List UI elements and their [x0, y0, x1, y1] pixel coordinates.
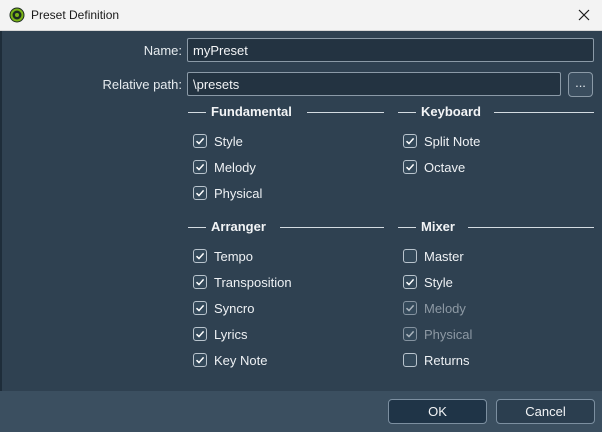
title-bar: Preset Definition [0, 0, 602, 31]
close-icon [578, 9, 590, 21]
checkbox-box[interactable] [403, 353, 417, 367]
name-label: Name: [143, 43, 182, 58]
checkmark-icon [195, 278, 205, 286]
checkmark-icon [405, 330, 415, 338]
divider [188, 227, 206, 228]
divider [398, 227, 416, 228]
window-title: Preset Definition [31, 8, 120, 22]
checkmark-icon [405, 278, 415, 286]
checkbox-label: Style [214, 133, 243, 149]
checkmark-icon [405, 163, 415, 171]
checkmark-icon [195, 330, 205, 338]
divider [280, 227, 384, 228]
checkbox-box [403, 301, 417, 315]
checkmark-icon [195, 137, 205, 145]
checkbox-box[interactable] [403, 134, 417, 148]
checkbox-label: Octave [424, 159, 466, 175]
checkbox-fundamental-style[interactable]: Style [193, 132, 243, 150]
checkbox-mixer-physical: Physical [403, 325, 472, 343]
checkbox-label: Returns [424, 352, 470, 368]
checkbox-label: Physical [424, 326, 473, 342]
relative-path-input[interactable]: \presets [187, 72, 561, 96]
divider [188, 112, 206, 113]
relative-path-label: Relative path: [102, 77, 183, 92]
group-header-mixer: Mixer [398, 219, 594, 235]
checkbox-label: Melody [424, 300, 466, 316]
name-input[interactable]: myPreset [187, 38, 594, 62]
checkbox-mixer-melody: Melody [403, 299, 466, 317]
checkmark-icon [195, 189, 205, 197]
checkbox-label: Split Note [424, 133, 481, 149]
checkbox-arranger-lyrics[interactable]: Lyrics [193, 325, 247, 343]
checkbox-label: Lyrics [214, 326, 248, 342]
checkbox-box[interactable] [403, 249, 417, 263]
checkmark-icon [195, 252, 205, 260]
checkbox-box[interactable] [193, 353, 207, 367]
group-title-arranger: Arranger [211, 219, 266, 234]
checkbox-box[interactable] [403, 160, 417, 174]
checkbox-label: Master [424, 248, 464, 264]
checkmark-icon [195, 163, 205, 171]
checkmark-icon [405, 304, 415, 312]
checkbox-box[interactable] [193, 134, 207, 148]
checkbox-label: Transposition [214, 274, 292, 290]
checkbox-keyboard-octave[interactable]: Octave [403, 158, 465, 176]
group-header-fundamental: Fundamental [188, 104, 384, 120]
group-title-keyboard: Keyboard [421, 104, 481, 119]
checkbox-box[interactable] [193, 249, 207, 263]
checkbox-label: Physical [214, 185, 263, 201]
checkbox-label: Key Note [214, 352, 268, 368]
checkbox-mixer-style[interactable]: Style [403, 273, 453, 291]
checkbox-box[interactable] [193, 186, 207, 200]
checkbox-mixer-returns[interactable]: Returns [403, 351, 470, 369]
checkbox-arranger-key-note[interactable]: Key Note [193, 351, 267, 369]
group-title-mixer: Mixer [421, 219, 455, 234]
checkbox-label: Melody [214, 159, 256, 175]
divider [398, 112, 416, 113]
checkbox-fundamental-physical[interactable]: Physical [193, 184, 262, 202]
checkbox-box [403, 327, 417, 341]
checkmark-icon [195, 304, 205, 312]
checkbox-arranger-syncro[interactable]: Syncro [193, 299, 254, 317]
cancel-button[interactable]: Cancel [496, 399, 595, 424]
app-logo-icon [9, 7, 25, 23]
checkbox-box[interactable] [193, 275, 207, 289]
divider [494, 112, 594, 113]
ok-button[interactable]: OK [388, 399, 487, 424]
browse-button[interactable]: ... [568, 72, 593, 97]
window-edge [0, 31, 2, 391]
checkbox-fundamental-melody[interactable]: Melody [193, 158, 256, 176]
group-header-arranger: Arranger [188, 219, 384, 235]
checkbox-box[interactable] [193, 327, 207, 341]
group-title-fundamental: Fundamental [211, 104, 292, 119]
close-button[interactable] [566, 0, 602, 30]
checkbox-box[interactable] [193, 160, 207, 174]
checkmark-icon [405, 137, 415, 145]
checkbox-box[interactable] [193, 301, 207, 315]
checkbox-arranger-transposition[interactable]: Transposition [193, 273, 292, 291]
checkbox-label: Syncro [214, 300, 255, 316]
checkbox-label: Style [424, 274, 453, 290]
checkbox-arranger-tempo[interactable]: Tempo [193, 247, 253, 265]
checkbox-label: Tempo [214, 248, 254, 264]
checkbox-box[interactable] [403, 275, 417, 289]
checkbox-keyboard-split-note[interactable]: Split Note [403, 132, 480, 150]
divider [307, 112, 384, 113]
checkmark-icon [195, 356, 205, 364]
checkbox-mixer-master[interactable]: Master [403, 247, 464, 265]
divider [468, 227, 594, 228]
group-header-keyboard: Keyboard [398, 104, 594, 120]
